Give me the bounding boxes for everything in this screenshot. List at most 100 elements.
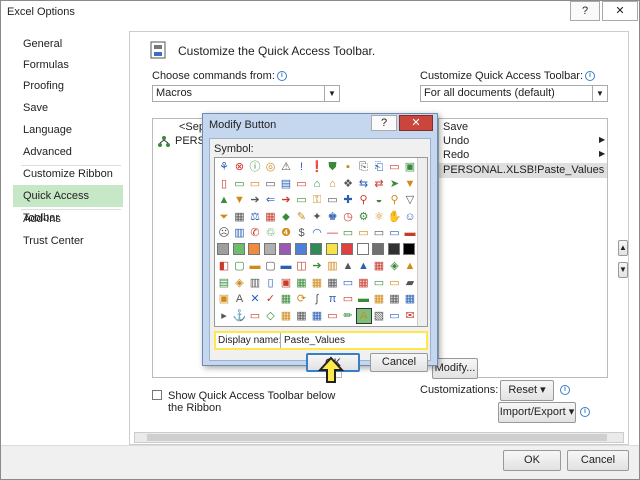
symbol-icon[interactable]: ▭ <box>388 160 402 174</box>
symbol-icon[interactable] <box>310 242 322 255</box>
symbol-icon[interactable]: ▦ <box>372 292 386 306</box>
symbol-icon[interactable]: ✉ <box>403 309 417 323</box>
symbol-icon[interactable]: ▦ <box>264 210 278 224</box>
sidebar-item-formulas[interactable]: Formulas <box>13 54 123 76</box>
symbol-icon[interactable]: ⇆ <box>357 177 371 191</box>
choose-commands-select[interactable]: Macros ▼ <box>152 85 340 102</box>
symbol-icon[interactable]: ➔ <box>310 259 324 273</box>
symbol-icon[interactable]: ⌂ <box>310 177 324 191</box>
symbol-icon[interactable]: ⎗ <box>372 160 386 174</box>
symbol-icon[interactable]: ✚ <box>341 193 355 207</box>
symbol-icon[interactable]: ✆ <box>248 226 262 240</box>
symbol-icon[interactable]: ▣ <box>279 276 293 290</box>
symbol-icon[interactable]: ▦ <box>372 259 386 273</box>
symbol-icon[interactable]: ◫ <box>295 259 309 273</box>
symbol-icon[interactable]: ✦ <box>310 210 324 224</box>
symbol-icon[interactable]: ⚲ <box>388 193 402 207</box>
symbol-icon[interactable]: ▭ <box>388 276 402 290</box>
customize-qat-select[interactable]: For all documents (default) ▼ <box>420 85 608 102</box>
symbol-icon[interactable]: ▬ <box>403 226 417 240</box>
symbol-icon[interactable]: ❗ <box>310 160 324 174</box>
symbol-icon[interactable] <box>403 242 415 255</box>
symbol-icon[interactable]: ✕ <box>248 292 262 306</box>
symbol-icon[interactable]: ▼ <box>233 193 247 207</box>
symbol-icon[interactable]: ⓘ <box>248 160 262 174</box>
symbol-icon[interactable]: ▭ <box>341 276 355 290</box>
symbol-icon[interactable] <box>248 242 260 255</box>
symbol-icon[interactable]: ▭ <box>388 226 402 240</box>
symbol-icon[interactable]: ▧ <box>372 309 386 323</box>
list-item[interactable]: Redo <box>443 149 469 161</box>
symbol-icon[interactable]: ◒ <box>372 193 386 207</box>
symbol-icon[interactable]: ⚠ <box>279 160 293 174</box>
import-export-button[interactable]: Import/Export ▾ <box>498 402 576 423</box>
symbol-icon[interactable]: ⌂ <box>326 177 340 191</box>
list-item[interactable]: Save <box>443 121 468 133</box>
ok-button[interactable]: OK <box>503 450 561 471</box>
symbol-icon[interactable]: A <box>233 292 247 306</box>
symbol-icon[interactable]: ▸ <box>217 309 231 323</box>
symbol-icon[interactable]: ▬ <box>248 259 262 273</box>
symbol-icon[interactable]: ▦ <box>310 276 324 290</box>
symbol-icon[interactable]: ➔ <box>248 193 262 207</box>
sidebar-item-trust-center[interactable]: Trust Center <box>13 230 123 252</box>
symbol-icon[interactable]: ▭ <box>388 309 402 323</box>
dialog-cancel-button[interactable]: Cancel <box>370 353 428 372</box>
symbol-icon[interactable]: ▢ <box>233 259 247 273</box>
help-button[interactable]: ? <box>570 1 600 21</box>
list-item[interactable]: Undo <box>443 135 469 147</box>
symbol-icon[interactable]: ▬ <box>357 292 371 306</box>
symbol-icon[interactable]: ▭ <box>295 193 309 207</box>
symbol-icon[interactable]: ✓ <box>264 292 278 306</box>
move-down-button[interactable]: ▼ <box>618 262 628 278</box>
symbol-icon[interactable]: ⚲ <box>357 193 371 207</box>
symbol-icon[interactable]: A <box>355 307 372 324</box>
symbol-icon[interactable]: ❹ <box>279 226 293 240</box>
symbol-icon[interactable]: ▬ <box>279 259 293 273</box>
symbol-icon[interactable]: ▤ <box>279 177 293 191</box>
symbol-icon[interactable]: ! <box>295 160 309 174</box>
list-item-selected[interactable]: PERSONAL.XLSB!Paste_Values <box>439 163 607 178</box>
symbol-icon[interactable]: ◧ <box>217 259 231 273</box>
symbol-icon[interactable] <box>294 242 307 255</box>
symbol-icon[interactable]: ⚿ <box>310 193 324 207</box>
symbol-icon[interactable]: ▦ <box>279 309 293 323</box>
symbol-icon[interactable] <box>356 242 369 255</box>
symbol-icon[interactable]: ▼ <box>403 177 417 191</box>
symbol-icon[interactable] <box>217 242 229 255</box>
symbol-icon[interactable]: ◠ <box>310 226 324 240</box>
reset-button[interactable]: Reset ▾ <box>500 380 554 401</box>
symbol-icon[interactable]: $ <box>295 226 309 240</box>
symbol-icon[interactable]: ➤ <box>388 177 402 191</box>
symbol-icon[interactable]: ▭ <box>357 226 371 240</box>
symbol-icon[interactable]: ▲ <box>357 259 371 273</box>
symbol-icon[interactable]: ▲ <box>217 193 231 207</box>
symbol-icon[interactable]: ⊗ <box>233 160 247 174</box>
symbol-icon[interactable]: ▢ <box>264 259 278 273</box>
symbol-icon[interactable]: ▦ <box>233 210 247 224</box>
symbol-icon[interactable] <box>263 242 276 255</box>
symbol-icon[interactable]: ▭ <box>264 177 278 191</box>
symbol-icon[interactable]: ▦ <box>357 276 371 290</box>
symbol-icon[interactable]: ▭ <box>372 276 386 290</box>
sidebar-item-customize-ribbon[interactable]: Customize Ribbon <box>13 163 123 185</box>
symbol-icon[interactable]: ⛊ <box>326 160 340 174</box>
symbol-icon[interactable]: ▤ <box>217 276 231 290</box>
symbol-icon[interactable]: ◎ <box>264 160 278 174</box>
symbol-icon[interactable]: ▪ <box>341 160 355 174</box>
modify-button[interactable]: Modify... <box>432 358 478 379</box>
symbol-icon[interactable]: ▣ <box>217 292 231 306</box>
symbol-icon[interactable]: — <box>326 226 340 240</box>
symbol-icon[interactable] <box>372 242 384 255</box>
symbol-icon[interactable]: ⇄ <box>372 177 386 191</box>
symbol-icon[interactable]: ☺ <box>403 210 417 224</box>
dialog-close-button[interactable]: ✕ <box>399 115 433 131</box>
symbol-scrollbar[interactable] <box>417 158 427 326</box>
symbol-icon[interactable]: ▥ <box>248 276 262 290</box>
symbol-icon[interactable] <box>279 242 291 255</box>
symbol-icon[interactable]: ❖ <box>341 177 355 191</box>
symbol-icon[interactable]: ▥ <box>233 226 247 240</box>
symbol-grid[interactable]: ⚘ ⊗ ⓘ ◎ ⚠! ❗ ⛊ ▪ ⎘ ⎗ ▭ ▣ ▯ ▭ ▭ ▭ ▤ ▭ ⌂ ⌂ ❖ ⇆ ⇄ ➤ ▼ ▲ ▼ ➔ ⇐ ➔ ▭ ⚿ ▭ ✚ ⚲ ◒ ⚲ ▽ ⏷… <box>214 157 428 327</box>
symbol-icon[interactable]: ▭ <box>372 226 386 240</box>
symbol-icon[interactable]: ▰ <box>403 276 417 290</box>
